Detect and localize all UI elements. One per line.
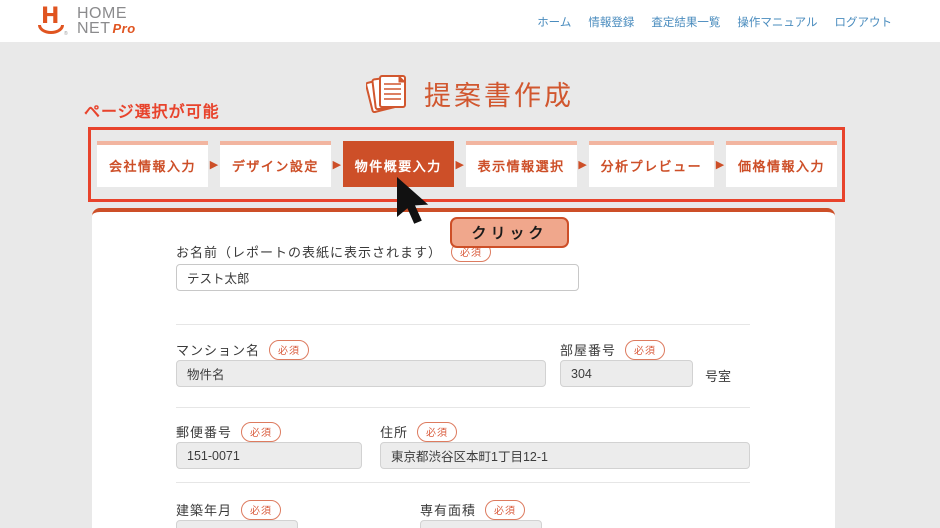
postal-code-input[interactable] bbox=[176, 442, 362, 469]
required-badge: 必須 bbox=[269, 340, 309, 360]
mansion-name-input[interactable] bbox=[176, 360, 546, 387]
name-label: お名前（レポートの表紙に表示されます）必須 bbox=[176, 242, 491, 262]
postal-code-label: 郵便番号必須 bbox=[176, 422, 281, 442]
step-display-info[interactable]: 表示情報選択 bbox=[466, 141, 577, 187]
name-input[interactable] bbox=[176, 264, 579, 291]
step-design-settings[interactable]: デザイン設定 bbox=[220, 141, 331, 187]
documents-icon bbox=[366, 72, 412, 114]
address-input[interactable] bbox=[380, 442, 750, 469]
step-analysis-preview[interactable]: 分析プレビュー bbox=[589, 141, 715, 187]
logo-line1: HOME bbox=[77, 6, 136, 21]
arrow-right-icon: ▶ bbox=[209, 158, 219, 171]
annotation-text: ページ選択が可能 bbox=[84, 98, 220, 122]
nav-logout[interactable]: ログアウト bbox=[835, 14, 893, 30]
divider bbox=[176, 407, 750, 408]
built-date-input[interactable] bbox=[176, 520, 298, 528]
nav-home[interactable]: ホーム bbox=[537, 14, 571, 30]
room-suffix: 号室 bbox=[705, 366, 731, 385]
built-date-label: 建築年月必須 bbox=[176, 500, 281, 520]
logo-line2: NET bbox=[77, 21, 111, 36]
cursor-icon bbox=[395, 177, 447, 237]
arrow-right-icon: ▶ bbox=[715, 158, 725, 171]
required-badge: 必須 bbox=[485, 500, 525, 520]
required-badge: 必須 bbox=[625, 340, 665, 360]
address-label: 住所必須 bbox=[380, 422, 457, 442]
step-nav: 会社情報入力 ▶ デザイン設定 ▶ 物件概要入力 ▶ 表示情報選択 ▶ 分析プレ… bbox=[97, 141, 837, 187]
page-title: 提案書作成 bbox=[424, 74, 574, 113]
logo-text: HOME NET Pro bbox=[77, 6, 136, 36]
nav-assessment-list[interactable]: 査定結果一覧 bbox=[651, 14, 720, 30]
arrow-right-icon: ▶ bbox=[332, 158, 342, 171]
nav-info-register[interactable]: 情報登録 bbox=[588, 14, 634, 30]
step-price-info[interactable]: 価格情報入力 bbox=[726, 141, 837, 187]
step-company-info[interactable]: 会社情報入力 bbox=[97, 141, 208, 187]
click-annotation-bubble: クリック bbox=[450, 217, 569, 248]
registered-mark: ® bbox=[64, 31, 68, 37]
nav-manual[interactable]: 操作マニュアル bbox=[737, 14, 817, 30]
page-title-block: 提案書作成 bbox=[366, 72, 574, 114]
area-input[interactable] bbox=[420, 520, 542, 528]
logo-swoosh-icon bbox=[38, 25, 64, 34]
header: H ® HOME NET Pro ホーム 情報登録 査定結果一覧 操作マニュアル… bbox=[0, 0, 940, 42]
room-number-input[interactable] bbox=[560, 360, 693, 387]
app-logo[interactable]: H ® HOME NET Pro bbox=[38, 4, 136, 38]
room-number-label: 部屋番号必須 bbox=[560, 340, 665, 360]
logo-pro: Pro bbox=[113, 21, 136, 36]
area-label: 専有面積必須 bbox=[420, 500, 525, 520]
divider bbox=[176, 482, 750, 483]
mansion-name-label: マンション名必須 bbox=[176, 340, 309, 360]
form-panel: お名前（レポートの表紙に表示されます）必須 マンション名必須 部屋番号必須 号室… bbox=[92, 208, 835, 528]
required-badge: 必須 bbox=[241, 500, 281, 520]
top-nav: ホーム 情報登録 査定結果一覧 操作マニュアル ログアウト bbox=[537, 14, 892, 30]
arrow-right-icon: ▶ bbox=[577, 158, 587, 171]
required-badge: 必須 bbox=[417, 422, 457, 442]
page: H ® HOME NET Pro ホーム 情報登録 査定結果一覧 操作マニュアル… bbox=[0, 0, 940, 528]
required-badge: 必須 bbox=[241, 422, 281, 442]
home-net-logo-icon: H ® bbox=[38, 4, 70, 38]
arrow-right-icon: ▶ bbox=[455, 158, 465, 171]
divider bbox=[176, 324, 750, 325]
